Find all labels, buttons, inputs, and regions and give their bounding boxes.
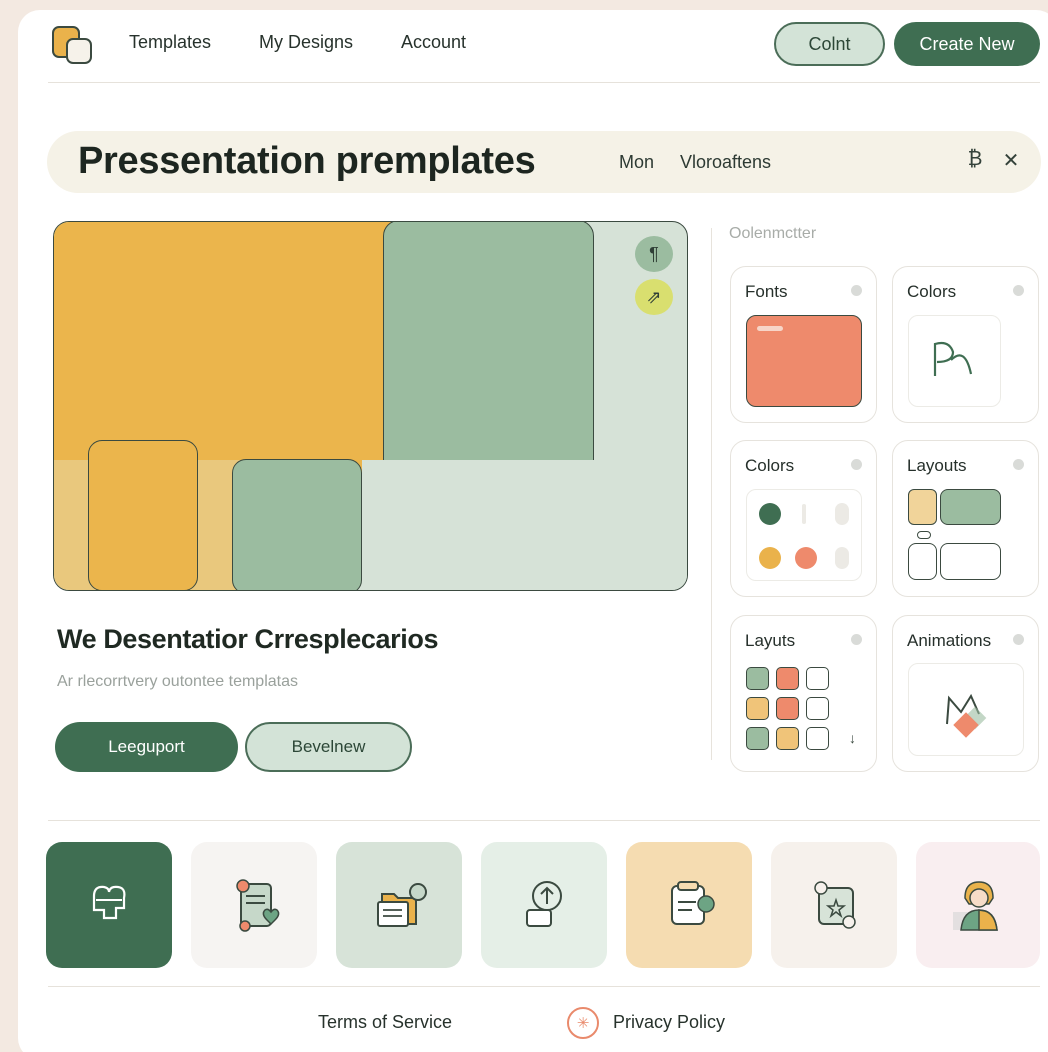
hero-secondary-button[interactable]: Bevelnew [245, 722, 412, 772]
tile-layout-grid[interactable]: Layuts ↓ [730, 615, 877, 772]
panel-label: Oolenmctter [729, 225, 817, 242]
close-icon[interactable]: ✕ [999, 148, 1023, 173]
icon-card-folder[interactable] [336, 842, 462, 968]
tile-colors-palette[interactable]: Colors [730, 440, 877, 597]
user-icon[interactable]: ₿ [963, 148, 987, 171]
sparkle-icon: ✳ [567, 1007, 599, 1039]
icon-card-sticker[interactable] [771, 842, 897, 968]
tile-menu-icon[interactable] [1013, 285, 1024, 296]
title-link-mon[interactable]: Mon [619, 152, 654, 173]
text-icon[interactable]: ¶ [635, 236, 673, 272]
expand-icon[interactable]: ⇗ [635, 279, 673, 315]
icon-card-bulb[interactable] [481, 842, 607, 968]
tile-label: Colors [745, 456, 795, 475]
hero-subtitle: Ar rlecorrtvery outontee templatas [57, 673, 298, 690]
color-preview [908, 315, 1001, 407]
tile-label: Fonts [745, 282, 788, 301]
clipboard-icon [671, 881, 715, 925]
icon-card-heart[interactable] [46, 842, 172, 968]
icon-card-person[interactable] [916, 842, 1040, 968]
tile-menu-icon[interactable] [851, 634, 862, 645]
title-link-vloroaftens[interactable]: Vloroaftens [680, 152, 771, 173]
nav-templates[interactable]: Templates [129, 32, 211, 53]
animation-preview [908, 663, 1024, 756]
panel-divider [711, 228, 712, 760]
tile-menu-icon[interactable] [851, 285, 862, 296]
tile-label: Layouts [907, 456, 967, 475]
section-divider [48, 820, 1040, 821]
privacy-link[interactable]: Privacy Policy [613, 1012, 725, 1033]
sticker-icon [814, 881, 856, 929]
person-avatar-icon [953, 881, 998, 931]
icon-card-document[interactable] [191, 842, 317, 968]
arrow-down-icon: ↓ [849, 730, 856, 746]
nav-my-designs[interactable]: My Designs [259, 32, 353, 53]
animation-icon [946, 693, 987, 738]
create-new-button[interactable]: Create New [894, 22, 1040, 66]
tile-colors[interactable]: Colors [892, 266, 1039, 423]
top-nav: Templates My Designs Account Colnt Creat… [0, 0, 1048, 82]
nav-divider [48, 82, 1040, 83]
pen-icon [933, 341, 973, 376]
palette-preview [746, 489, 862, 581]
folder-icon [377, 883, 427, 927]
tile-fonts[interactable]: Fonts [730, 266, 877, 423]
tile-menu-icon[interactable] [1013, 459, 1024, 470]
tile-animations[interactable]: Animations [892, 615, 1039, 772]
tile-label: Layuts [745, 631, 796, 650]
nav-account[interactable]: Account [401, 32, 466, 53]
tile-menu-icon[interactable] [1013, 634, 1024, 645]
lightbulb-icon [526, 881, 562, 927]
secondary-nav-button[interactable]: Colnt [774, 22, 885, 66]
tile-label: Animations [907, 631, 992, 650]
hero-title: We Desentatior Crresplecarios [57, 624, 439, 654]
document-heart-icon [236, 879, 280, 932]
logo[interactable] [52, 26, 94, 66]
font-preview [746, 315, 862, 407]
template-preview[interactable] [53, 221, 688, 591]
tile-menu-icon[interactable] [851, 459, 862, 470]
terms-link[interactable]: Terms of Service [318, 1012, 452, 1033]
hero-primary-button[interactable]: Leeguport [55, 722, 238, 772]
icon-card-clipboard[interactable] [626, 842, 752, 968]
tile-label: Colors [907, 282, 957, 301]
page-title: Pressentation premplates [78, 140, 536, 182]
tile-layouts[interactable]: Layouts [892, 440, 1039, 597]
heart-puzzle-icon [92, 885, 126, 920]
footer-divider [48, 986, 1040, 987]
